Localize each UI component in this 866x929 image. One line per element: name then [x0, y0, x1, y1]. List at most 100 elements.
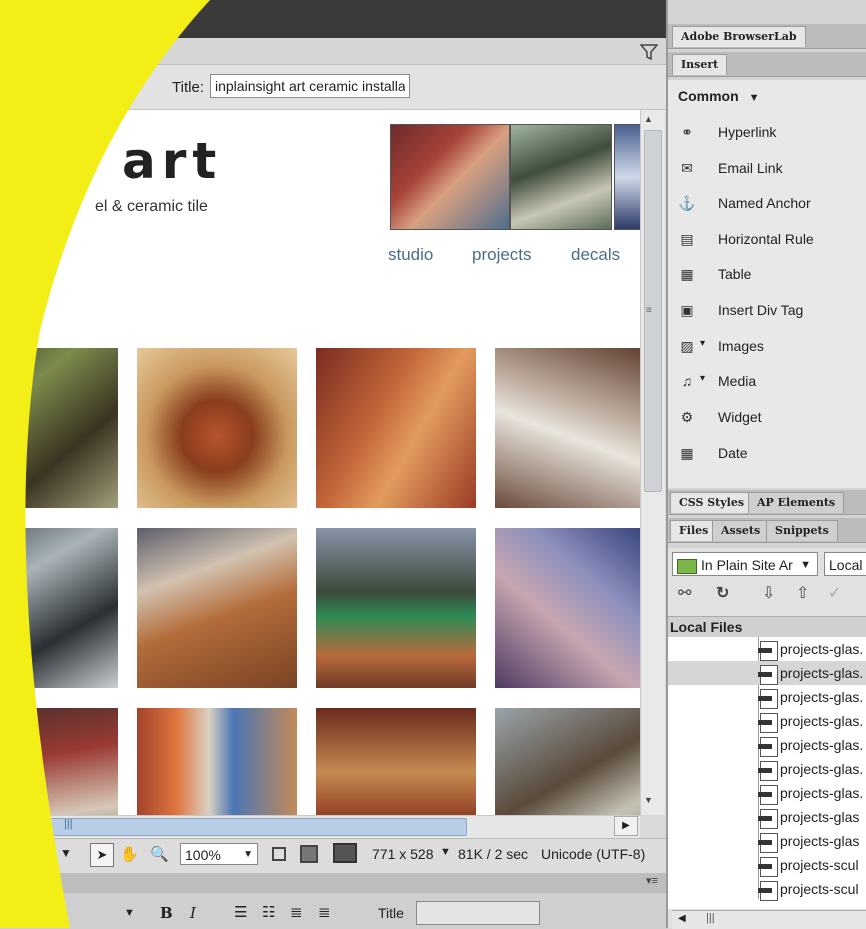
tab-files[interactable]: Files [670, 520, 718, 541]
title-label: Title: [172, 79, 204, 96]
horizontal-scroll-thumb[interactable] [20, 818, 467, 836]
tab-ap-elements[interactable]: AP Elements [748, 492, 845, 513]
file-name: projects-glas. [780, 761, 864, 777]
tab-assets[interactable]: Assets [712, 520, 770, 541]
insert-item-div-tag[interactable]: ▣ Insert Div Tag [678, 294, 863, 328]
file-icon [758, 665, 778, 685]
gallery-tile[interactable] [0, 528, 118, 688]
file-row-selected[interactable]: projects-glas. [668, 661, 866, 685]
chevron-down-icon[interactable]: ▼ [440, 846, 451, 858]
file-row[interactable]: projects-glas. [668, 637, 866, 661]
gallery-tile[interactable] [316, 708, 476, 815]
insert-item-email-link[interactable]: ✉ Email Link [678, 152, 863, 186]
nav-link-projects[interactable]: projects [472, 245, 532, 265]
file-icon [758, 809, 778, 829]
gallery-tile[interactable] [137, 708, 297, 815]
monitor-icon[interactable] [333, 843, 357, 863]
panel-menu-icon[interactable]: ▾≡ [646, 874, 658, 887]
refresh-icon[interactable]: ↻ [716, 583, 729, 603]
outdent-icon[interactable]: ≣ [290, 903, 303, 921]
file-row[interactable]: projects-glas [668, 805, 866, 829]
bold-button[interactable]: B [160, 904, 173, 922]
file-row[interactable]: projects-scul [668, 877, 866, 901]
site-select[interactable]: In Plain Site Ar ▼ [672, 552, 818, 576]
encoding-label: Unicode (UTF-8) [541, 846, 646, 862]
insert-item-label: Images [718, 338, 764, 354]
nav-link-studio[interactable]: studio [388, 245, 433, 265]
files-horizontal-scrollbar[interactable]: ◀ ||| [672, 910, 866, 929]
gallery-tile[interactable] [316, 528, 476, 688]
local-files-header[interactable]: Local Files [668, 616, 866, 638]
gallery-tile[interactable] [495, 528, 640, 688]
file-row[interactable]: projects-glas. [668, 781, 866, 805]
chevron-down-icon[interactable]: ▼ [124, 907, 135, 919]
file-row[interactable]: projects-glas. [668, 685, 866, 709]
tab-insert[interactable]: Insert [672, 54, 728, 75]
insert-item-named-anchor[interactable]: ⚓ Named Anchor [678, 187, 863, 221]
insert-item-label: Media [718, 373, 757, 389]
file-icon [758, 713, 778, 733]
file-row[interactable]: projects-glas. [668, 733, 866, 757]
insert-item-media[interactable]: ♫ ▾ Media [678, 365, 863, 399]
window-size-icon[interactable] [300, 845, 318, 863]
title-field-input[interactable] [416, 901, 540, 925]
hand-tool-icon[interactable]: ✋ [120, 845, 139, 863]
gallery-tile[interactable] [316, 348, 476, 508]
check-out-icon[interactable]: ✓ [828, 583, 841, 603]
select-tool-icon[interactable]: ➤ [90, 843, 114, 867]
media-icon: ♫ [681, 373, 693, 389]
tab-browserlab[interactable]: Adobe BrowserLab [672, 26, 806, 47]
file-row[interactable]: projects-glas. [668, 709, 866, 733]
put-files-icon[interactable]: ⇧ [796, 583, 809, 603]
tab-css-styles[interactable]: CSS Styles [670, 492, 754, 513]
gallery-tile[interactable] [0, 708, 118, 815]
scroll-left-icon[interactable]: ◀ [678, 913, 686, 924]
gallery-tile[interactable] [495, 348, 640, 508]
window-dimensions[interactable]: 771 x 528 [372, 846, 434, 862]
insert-item-widget[interactable]: ⚙ Widget [678, 401, 863, 435]
insert-category-select[interactable]: Common ▼ [678, 88, 759, 104]
insert-item-images[interactable]: ▨ ▾ Images [678, 330, 863, 364]
horizontal-rule-icon: ▤ [680, 231, 694, 247]
insert-item-hyperlink[interactable]: ⚭ Hyperlink [678, 116, 863, 150]
file-row[interactable]: projects-glas. [668, 757, 866, 781]
gallery-tile[interactable] [137, 348, 297, 508]
title-field-label: Title [378, 905, 404, 921]
zoom-tool-icon[interactable]: 🔍 [150, 845, 169, 863]
window-size-icon[interactable] [272, 847, 286, 861]
title-input[interactable] [210, 74, 410, 98]
nav-link-decals[interactable]: decals [571, 245, 620, 265]
design-view-canvas[interactable]: art el & ceramic tile studio projects de… [0, 110, 640, 815]
scroll-up-icon[interactable]: ▲ [644, 114, 653, 124]
tab-snippets[interactable]: Snippets [766, 520, 838, 541]
insert-item-date[interactable]: ▦ Date [678, 437, 863, 471]
italic-button[interactable]: I [190, 904, 196, 922]
chevron-down-icon: ▼ [243, 849, 253, 860]
document-toolbar [0, 38, 668, 65]
hero-image-1 [390, 124, 510, 230]
scroll-right-icon[interactable]: ▶ [614, 816, 638, 836]
gallery-tile[interactable] [137, 528, 297, 688]
hero-image-2 [510, 124, 612, 230]
connect-icon[interactable]: ⚯ [678, 583, 691, 603]
file-row[interactable]: projects-glas [668, 829, 866, 853]
ordered-list-icon[interactable]: ☷ [262, 903, 275, 921]
indent-icon[interactable]: ≣ [318, 903, 331, 921]
insert-item-horizontal-rule[interactable]: ▤ Horizontal Rule [678, 223, 863, 257]
site-name: In Plain Site Ar [701, 557, 793, 573]
file-icon [758, 881, 778, 901]
chevron-down-icon[interactable]: ▼ [60, 846, 72, 860]
grip-icon: ||| [706, 912, 715, 924]
filter-icon[interactable] [640, 44, 658, 60]
get-files-icon[interactable]: ⇩ [762, 583, 775, 603]
gallery-tile[interactable] [0, 348, 118, 508]
view-select[interactable]: Local [824, 552, 866, 576]
unordered-list-icon[interactable]: ☰ [234, 903, 247, 921]
insert-item-table[interactable]: ▦ Table [678, 258, 863, 292]
scroll-down-icon[interactable]: ▼ [644, 795, 653, 805]
widget-icon: ⚙ [680, 409, 694, 425]
file-row[interactable]: projects-scul [668, 853, 866, 877]
zoom-select[interactable]: 100% ▼ [180, 843, 258, 865]
chevron-down-icon: ▼ [748, 92, 760, 104]
gallery-tile[interactable] [495, 708, 640, 815]
